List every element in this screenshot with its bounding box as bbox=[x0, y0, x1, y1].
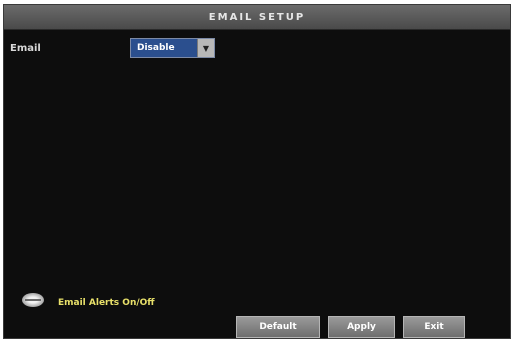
apply-button[interactable]: Apply bbox=[328, 316, 395, 338]
email-select-value: Disable bbox=[131, 39, 197, 57]
exit-button[interactable]: Exit bbox=[403, 316, 465, 338]
hint-text: Email Alerts On/Off bbox=[58, 298, 155, 308]
title-bar: EMAIL SETUP bbox=[4, 5, 510, 30]
help-hint: Email Alerts On/Off bbox=[22, 292, 155, 308]
email-label: Email bbox=[10, 43, 41, 54]
email-setup-dialog: EMAIL SETUP Email Disable ▼ Email Alerts… bbox=[3, 4, 511, 339]
mouse-icon bbox=[22, 293, 44, 307]
email-select[interactable]: Disable ▼ bbox=[130, 38, 215, 58]
chevron-down-icon[interactable]: ▼ bbox=[197, 39, 214, 57]
dialog-title: EMAIL SETUP bbox=[208, 11, 306, 23]
default-button[interactable]: Default bbox=[236, 316, 320, 338]
